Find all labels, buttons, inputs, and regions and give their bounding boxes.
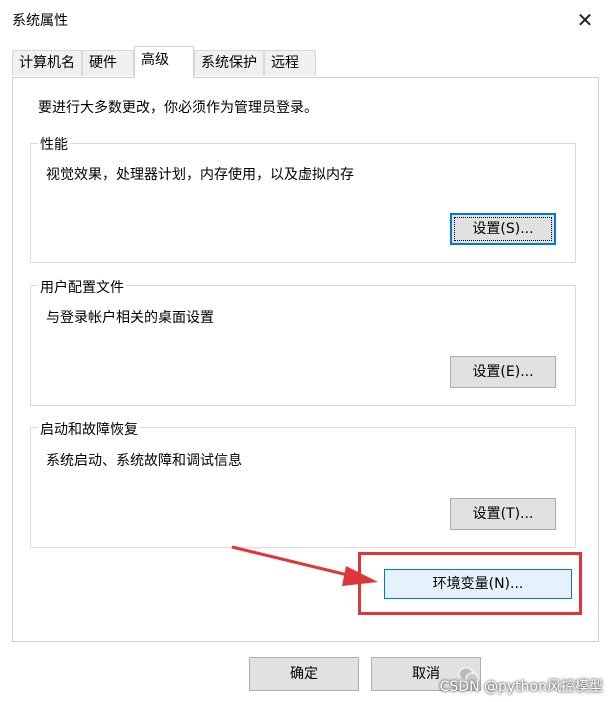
tab-computer-name[interactable]: 计算机名 <box>12 50 82 76</box>
admin-note: 要进行大多数更改，你必须作为管理员登录。 <box>38 100 318 116</box>
watermark: CSDN @python风控模型 <box>439 679 603 695</box>
focus-ring <box>454 217 552 241</box>
annotation-arrow-icon <box>231 545 378 586</box>
user-profiles-settings-button[interactable]: 设置(E)... <box>450 356 556 388</box>
performance-description: 视觉效果，处理器计划，内存使用，以及虚拟内存 <box>46 167 354 183</box>
startup-recovery-title: 启动和故障恢复 <box>38 419 140 439</box>
startup-recovery-description: 系统启动、系统故障和调试信息 <box>46 453 242 469</box>
user-profiles-title: 用户配置文件 <box>38 277 126 297</box>
tab-system-protection[interactable]: 系统保护 <box>194 50 264 76</box>
startup-recovery-settings-button[interactable]: 设置(T)... <box>450 498 556 530</box>
performance-group <box>30 143 576 263</box>
annotation-highlight-box <box>358 552 582 615</box>
tab-hardware[interactable]: 硬件 <box>82 50 134 76</box>
close-icon[interactable]: ✕ <box>571 6 599 34</box>
user-profiles-description: 与登录帐户相关的桌面设置 <box>46 310 214 326</box>
ok-button[interactable]: 确定 <box>249 657 359 691</box>
tab-remote[interactable]: 远程 <box>264 50 316 76</box>
performance-title: 性能 <box>38 134 70 154</box>
performance-settings-button[interactable]: 设置(S)... <box>450 213 556 245</box>
tab-advanced[interactable]: 高级 <box>134 46 194 78</box>
title-bar: 系统属性 ✕ <box>0 0 613 40</box>
window-title: 系统属性 <box>12 13 68 29</box>
